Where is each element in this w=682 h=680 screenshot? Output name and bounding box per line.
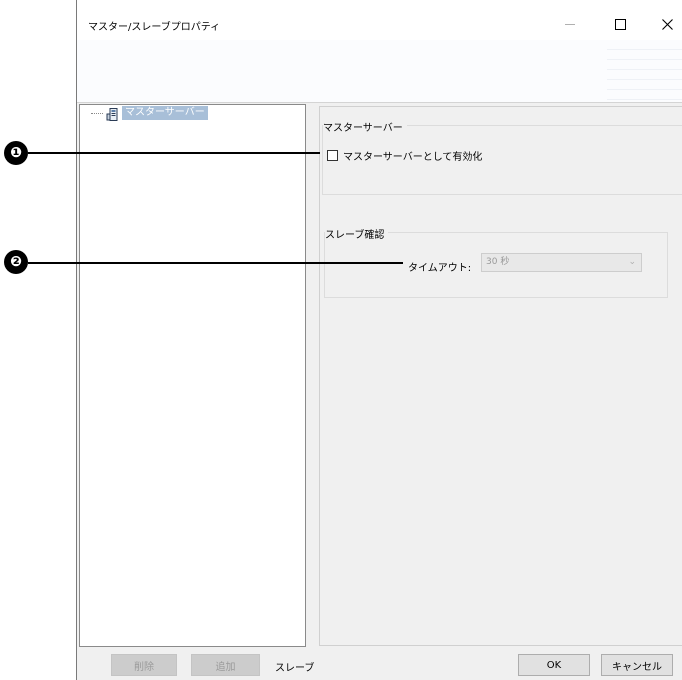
master-group-legend: マスターサーバー	[323, 119, 407, 134]
window-title: マスター/スレーブプロパティ	[88, 22, 221, 33]
toolbar-band	[77, 40, 682, 103]
add-button[interactable]: 追加	[191, 654, 260, 676]
cancel-button[interactable]: キャンセル	[601, 654, 673, 676]
enable-master-label: マスターサーバーとして有効化	[343, 152, 483, 163]
enable-master-checkbox[interactable]	[327, 150, 338, 161]
close-icon	[661, 18, 673, 30]
bottom-bar: 削除 追加 スレーブ OK キャンセル	[77, 647, 682, 680]
chevron-down-icon: ⌄	[628, 257, 636, 267]
callout-2-line	[28, 262, 403, 264]
timeout-label: タイムアウト:	[408, 263, 472, 274]
minimize-icon	[565, 23, 575, 25]
server-icon	[105, 107, 121, 122]
tree-item-master-server[interactable]: マスターサーバー	[122, 106, 208, 120]
master-server-group: マスターサーバー マスターサーバーとして有効化	[322, 119, 682, 195]
delete-button[interactable]: 削除	[111, 654, 177, 676]
minimize-button[interactable]	[555, 10, 585, 38]
maximize-icon	[614, 18, 626, 30]
close-button[interactable]	[652, 10, 682, 38]
maximize-button[interactable]	[605, 10, 635, 38]
slave-group-legend: スレーブ確認	[325, 226, 389, 241]
slave-label: スレーブ	[275, 663, 315, 674]
timeout-value: 30 秒	[486, 257, 510, 267]
title-bar: マスター/スレーブプロパティ	[77, 0, 682, 40]
timeout-select[interactable]: 30 秒 ⌄	[481, 253, 642, 272]
tree-connector	[91, 113, 103, 114]
settings-panel: マスターサーバー マスターサーバーとして有効化 スレーブ確認 タイムアウト: 3…	[319, 106, 682, 646]
ok-button[interactable]: OK	[518, 654, 590, 676]
tree-panel[interactable]: マスターサーバー	[79, 104, 306, 647]
callout-2-badge: ❷	[4, 250, 28, 274]
slave-check-group: スレーブ確認 タイムアウト: 30 秒 ⌄	[324, 226, 668, 298]
enable-master-row[interactable]: マスターサーバーとして有効化	[327, 148, 482, 163]
properties-window: マスター/スレーブプロパティ マスターサーバー マスターサーバー マスターサーバ…	[76, 0, 682, 680]
callout-1-badge: ❶	[4, 141, 28, 165]
band-decoration	[607, 40, 682, 102]
callout-1-line	[28, 152, 320, 154]
